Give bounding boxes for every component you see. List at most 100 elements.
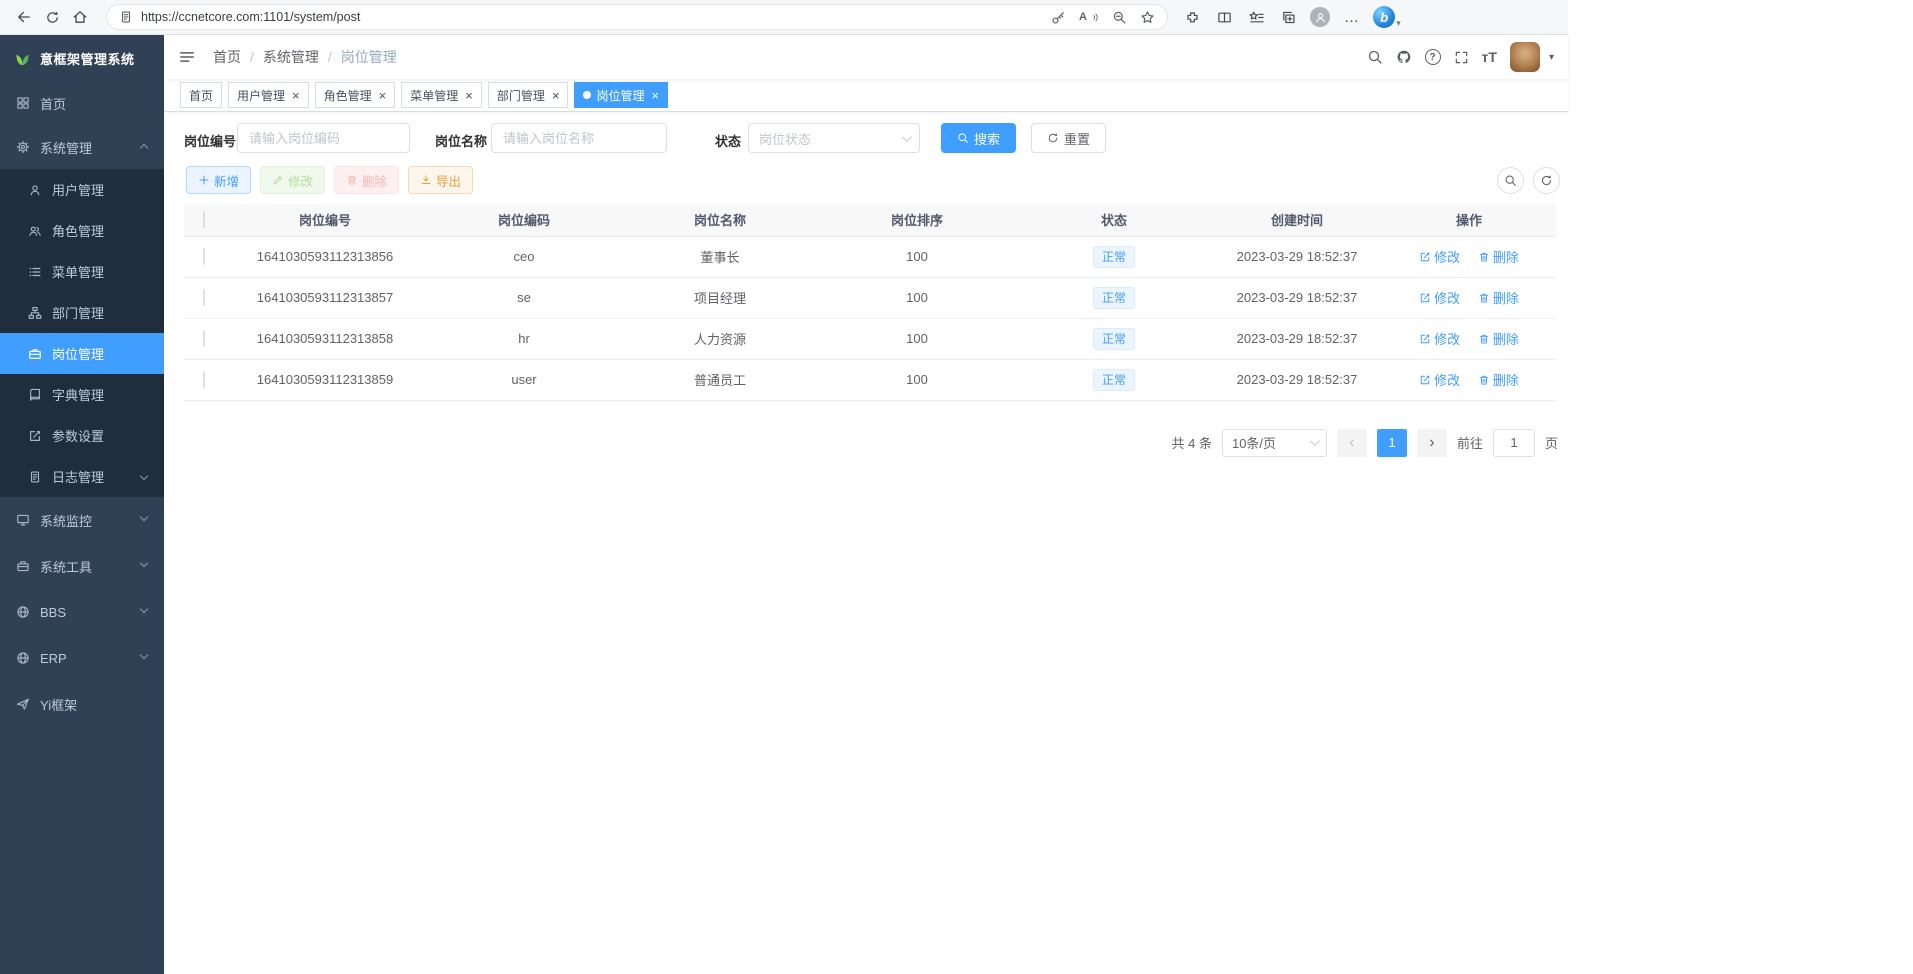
row-delete-link[interactable]: 删除 [1478, 247, 1519, 266]
row-checkbox[interactable] [203, 371, 205, 388]
toggle-search-button[interactable] [1497, 167, 1524, 194]
sidebar-item-departments[interactable]: 部门管理 [0, 292, 164, 333]
post-name-input[interactable] [491, 123, 667, 153]
breadcrumb-system[interactable]: 系统管理 [263, 47, 319, 67]
back-button[interactable] [10, 3, 38, 31]
zoom-icon[interactable] [1112, 10, 1127, 25]
search-button[interactable]: 搜索 [941, 123, 1016, 153]
sidebar-item-logs[interactable]: 日志管理 [0, 456, 164, 497]
split-screen-icon[interactable] [1210, 3, 1238, 31]
export-button[interactable]: 导出 [408, 166, 473, 194]
read-aloud-icon[interactable]: A [1079, 11, 1099, 23]
avatar-caret-icon[interactable]: ▾ [1549, 52, 1554, 63]
address-bar[interactable]: https://ccnetcore.com:1101/system/post A [106, 4, 1168, 30]
sidebar-item-dictionary[interactable]: 字典管理 [0, 374, 164, 415]
next-page-button[interactable]: › [1417, 429, 1447, 457]
select-all-checkbox[interactable] [203, 211, 205, 228]
sidebar: 意框架管理系统 首页 系统管理 用户管理 角色管理 [0, 35, 164, 974]
sidebar-item-home[interactable]: 首页 [0, 81, 164, 125]
briefcase-icon [26, 347, 43, 361]
post-code-cell: ceo [426, 236, 622, 277]
row-delete-link[interactable]: 删除 [1478, 370, 1519, 389]
hamburger-icon[interactable] [178, 48, 196, 66]
sidebar-item-bbs[interactable]: BBS [0, 589, 164, 635]
tab-menu-management[interactable]: 菜单管理 × [401, 82, 482, 108]
page-number-1[interactable]: 1 [1377, 429, 1407, 457]
status-select[interactable]: 岗位状态 [748, 123, 920, 153]
browser-profile-button[interactable] [1306, 3, 1334, 31]
tab-close-icon[interactable]: × [651, 89, 659, 102]
sidebar-item-erp[interactable]: ERP [0, 635, 164, 681]
password-key-icon[interactable] [1051, 10, 1066, 25]
header-search-icon[interactable] [1367, 49, 1383, 65]
row-checkbox[interactable] [203, 248, 205, 265]
collections-icon[interactable] [1274, 3, 1302, 31]
fullscreen-icon[interactable] [1454, 50, 1469, 65]
browser-window: https://ccnetcore.com:1101/system/post A… [0, 0, 1568, 974]
row-checkbox[interactable] [203, 289, 205, 306]
tab-user-management[interactable]: 用户管理 × [228, 82, 309, 108]
font-size-icon[interactable]: тT [1482, 49, 1497, 65]
row-edit-link[interactable]: 修改 [1419, 247, 1460, 266]
user-icon [26, 183, 43, 197]
post-name-cell: 普通员工 [622, 359, 818, 400]
users-icon [26, 224, 43, 238]
copilot-icon[interactable]: b▾ [1370, 3, 1404, 31]
site-info-icon[interactable] [119, 10, 133, 24]
status-badge: 正常 [1093, 246, 1135, 268]
github-icon[interactable] [1396, 49, 1412, 65]
sidebar-item-users[interactable]: 用户管理 [0, 169, 164, 210]
row-edit-link[interactable]: 修改 [1419, 370, 1460, 389]
admin-app: 意框架管理系统 首页 系统管理 用户管理 角色管理 [0, 35, 1568, 974]
table-row: 1641030593112313859 user 普通员工 100 正常 202… [184, 359, 1556, 400]
url-text[interactable]: https://ccnetcore.com:1101/system/post [141, 10, 1043, 24]
favorites-icon[interactable] [1242, 3, 1270, 31]
sidebar-item-parameters[interactable]: 参数设置 [0, 415, 164, 456]
delete-button[interactable]: 删除 [334, 166, 399, 194]
post-code-cell: se [426, 277, 622, 318]
sidebar-item-roles[interactable]: 角色管理 [0, 210, 164, 251]
reset-button[interactable]: 重置 [1031, 123, 1106, 153]
tab-role-management[interactable]: 角色管理 × [315, 82, 396, 108]
column-header: 岗位编号 [224, 204, 426, 236]
prev-page-button[interactable]: ‹ [1337, 429, 1367, 457]
edit-button[interactable]: 修改 [260, 166, 325, 194]
user-avatar[interactable] [1510, 42, 1540, 72]
tab-department-management[interactable]: 部门管理 × [488, 82, 569, 108]
tab-close-icon[interactable]: × [552, 89, 560, 102]
app-logo[interactable]: 意框架管理系统 [0, 35, 164, 81]
extensions-icon[interactable] [1178, 3, 1206, 31]
tab-post-management[interactable]: 岗位管理 × [574, 82, 668, 108]
sidebar-item-system[interactable]: 系统管理 [0, 125, 164, 169]
row-delete-link[interactable]: 删除 [1478, 288, 1519, 307]
sidebar-item-yi-framework[interactable]: Yi框架 [0, 681, 164, 727]
home-button[interactable] [66, 3, 94, 31]
help-icon[interactable]: ? [1425, 49, 1441, 65]
page-goto-input[interactable] [1493, 429, 1535, 457]
sidebar-item-monitoring[interactable]: 系统监控 [0, 497, 164, 543]
pagination: 共 4 条 10条/页 ‹ 1 › 前往 页 [164, 429, 1558, 457]
tab-close-icon[interactable]: × [465, 89, 473, 102]
browser-menu-button[interactable]: … [1338, 3, 1366, 31]
page-size-select[interactable]: 10条/页 [1222, 429, 1327, 457]
tab-close-icon[interactable]: × [292, 89, 300, 102]
sidebar-item-menus[interactable]: 菜单管理 [0, 251, 164, 292]
refresh-table-button[interactable] [1533, 167, 1560, 194]
row-edit-link[interactable]: 修改 [1419, 288, 1460, 307]
sidebar-item-posts[interactable]: 岗位管理 [0, 333, 164, 374]
tab-close-icon[interactable]: × [379, 89, 387, 102]
row-edit-link[interactable]: 修改 [1419, 329, 1460, 348]
add-button[interactable]: 新增 [186, 166, 251, 194]
table-row: 1641030593112313857 se 项目经理 100 正常 2023-… [184, 277, 1556, 318]
post-code-cell: hr [426, 318, 622, 359]
tab-home[interactable]: 首页 [180, 82, 222, 108]
row-delete-link[interactable]: 删除 [1478, 329, 1519, 348]
post-code-input[interactable] [237, 123, 410, 153]
sidebar-item-tools[interactable]: 系统工具 [0, 543, 164, 589]
breadcrumb-home[interactable]: 首页 [213, 47, 241, 67]
add-favorite-icon[interactable] [1140, 10, 1155, 25]
table-toolbar: 新增 修改 删除 导出 [164, 164, 1568, 202]
edit-square-icon [26, 429, 43, 443]
reload-button[interactable] [38, 3, 66, 31]
row-checkbox[interactable] [203, 330, 205, 347]
